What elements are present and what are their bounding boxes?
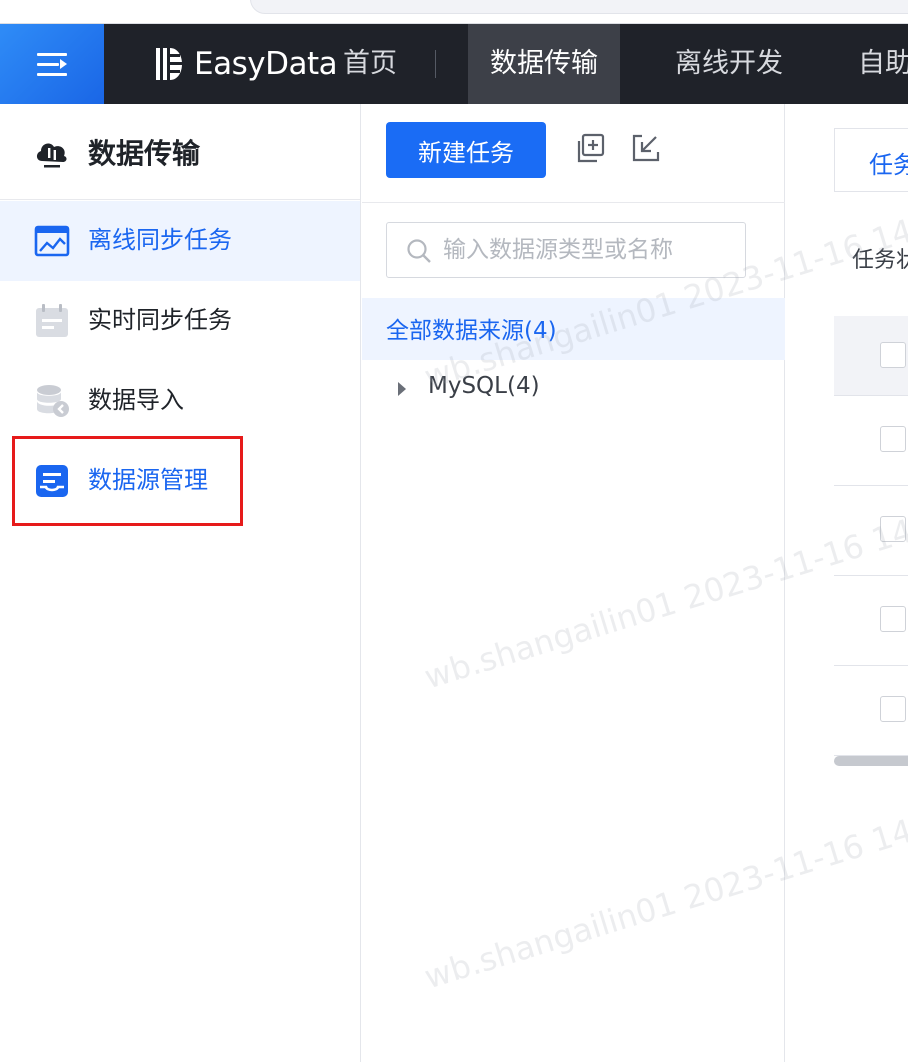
nav-data-transfer[interactable]: 数据传输 xyxy=(468,24,620,104)
row-checkbox[interactable] xyxy=(880,426,906,452)
sidebar-item-offline-sync[interactable]: 离线同步任务 xyxy=(0,201,360,281)
tree-node-label: MySQL(4) xyxy=(428,373,540,399)
table-row xyxy=(834,396,908,486)
database-import-icon xyxy=(37,385,69,417)
sidebar-item-data-import[interactable]: 数据导入 xyxy=(0,361,360,441)
panel-divider xyxy=(362,202,785,203)
all-sources-label: 全部数据来源(4) xyxy=(386,318,557,344)
task-list-panel: 任务 任务状 xyxy=(786,104,908,1062)
table-row xyxy=(834,486,908,576)
address-bar[interactable] xyxy=(250,0,908,14)
copy-add-icon[interactable] xyxy=(574,132,606,164)
nav-offline-dev[interactable]: 离线开发 xyxy=(654,24,804,104)
table-row xyxy=(834,666,908,756)
tab-tasks[interactable]: 任务 xyxy=(834,128,908,192)
brand-name: EasyData xyxy=(194,46,338,82)
expand-arrow-icon xyxy=(60,59,67,69)
import-icon[interactable] xyxy=(630,132,662,164)
top-navbar: EasyData 首页 数据传输 离线开发 自助 xyxy=(0,24,908,104)
tree-node-mysql[interactable]: MySQL(4) xyxy=(362,360,785,420)
new-task-button[interactable]: 新建任务 xyxy=(386,122,546,178)
menu-icon-line xyxy=(37,63,59,66)
select-all-checkbox[interactable] xyxy=(880,342,906,368)
horizontal-scrollbar[interactable] xyxy=(834,756,908,766)
datasource-search[interactable] xyxy=(386,222,746,278)
datasource-panel: 新建任务 全部数据来源(4) MySQL(4) xyxy=(362,104,785,1062)
expand-caret-icon[interactable] xyxy=(398,382,406,396)
search-icon xyxy=(407,239,431,263)
chart-window-icon xyxy=(34,225,70,257)
menu-icon-line xyxy=(37,73,67,76)
sidebar-item-datasource-management[interactable]: 数据源管理 xyxy=(0,441,360,521)
cloud-transfer-icon xyxy=(36,143,67,168)
task-status-filter-label: 任务状 xyxy=(852,248,908,273)
search-input[interactable] xyxy=(443,231,738,269)
sidebar-item-realtime-sync[interactable]: 实时同步任务 xyxy=(0,281,360,361)
sidebar-item-label: 数据导入 xyxy=(88,386,184,414)
calendar-icon xyxy=(36,304,68,337)
tab-label: 任务 xyxy=(869,151,908,179)
easydata-logo-icon xyxy=(156,48,182,80)
sidebar-title: 数据传输 xyxy=(88,137,201,170)
nav-home[interactable]: 首页 xyxy=(334,24,406,104)
table-header xyxy=(834,316,908,396)
row-checkbox[interactable] xyxy=(880,516,906,542)
row-checkbox[interactable] xyxy=(880,696,906,722)
datasource-icon xyxy=(36,465,68,497)
nav-self-service[interactable]: 自助 xyxy=(842,24,908,104)
menu-toggle-button[interactable] xyxy=(0,24,104,104)
tab-underline xyxy=(834,191,908,192)
all-sources-item[interactable]: 全部数据来源(4) xyxy=(362,298,785,360)
sidebar-header: 数据传输 xyxy=(0,104,360,200)
sidebar-item-label: 离线同步任务 xyxy=(88,226,232,254)
brand[interactable]: EasyData xyxy=(154,42,338,86)
sidebar: 数据传输 离线同步任务 实时同步任务 数据导入 数据源管理 xyxy=(0,104,361,1062)
row-checkbox[interactable] xyxy=(880,606,906,632)
browser-top-strip xyxy=(0,0,908,24)
nav-divider xyxy=(435,50,436,78)
sidebar-item-label: 数据源管理 xyxy=(88,466,208,494)
table-row xyxy=(834,576,908,666)
menu-icon xyxy=(37,53,67,56)
sidebar-item-label: 实时同步任务 xyxy=(88,306,232,334)
